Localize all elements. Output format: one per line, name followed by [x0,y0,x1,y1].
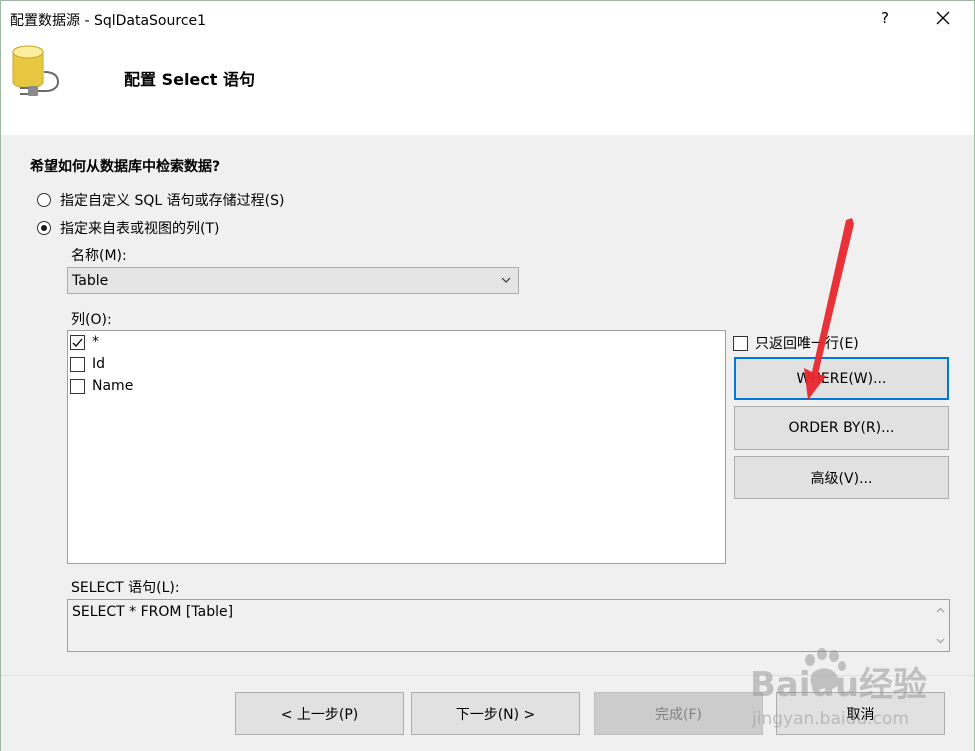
scroll-down-icon [936,638,945,644]
finish-button: 完成(F) [594,692,763,735]
radio-table-columns-button[interactable] [37,221,51,235]
baidu-paw-icon: Baidu经验 jingyan.baidu.com [750,648,927,728]
radio-custom-sql-button[interactable] [37,193,51,207]
column-label: * [92,334,99,350]
retrieval-question: 希望如何从数据库中检索数据? [30,159,221,175]
watermark-brand: Baidu经验 [750,665,927,705]
back-button[interactable]: < 上一步(P) [235,692,404,735]
column-checkbox[interactable] [70,356,85,372]
checkmark-icon [72,338,83,347]
column-item[interactable]: * [70,334,99,350]
table-name-value: Table [72,272,109,289]
column-checkbox[interactable] [70,378,85,394]
radio-custom-sql-label: 指定自定义 SQL 语句或存储过程(S) [60,193,285,209]
sql-statement-box[interactable]: SELECT * FROM [Table] [67,599,950,652]
columns-label: 列(O): [71,312,112,328]
column-label: Name [92,378,134,394]
close-button[interactable] [920,2,966,34]
radio-table-columns-label: 指定来自表或视图的列(T) [60,221,220,237]
table-name-select[interactable]: Table [67,267,519,294]
help-button[interactable]: ? [862,2,908,34]
order-by-button[interactable]: ORDER BY(R)... [734,406,949,450]
column-checkbox[interactable] [70,334,85,350]
column-item[interactable]: Id [70,356,105,372]
name-label: 名称(M): [71,248,127,264]
sql-statement-label: SELECT 语句(L): [71,580,180,596]
advanced-button[interactable]: 高级(V)... [734,456,949,499]
annotation-arrow-icon [804,218,854,400]
sql-statement-text: SELECT * FROM [Table] [72,604,234,620]
sql-scrollbar[interactable] [932,600,949,651]
column-item[interactable]: Name [70,378,133,394]
next-button[interactable]: 下一步(N) > [411,692,580,735]
database-icon [12,45,60,96]
unique-rows-checkbox[interactable] [733,335,748,351]
watermark-url: jingyan.baidu.com [751,709,909,728]
scroll-up-icon [936,607,945,613]
page-title: 配置 Select 语句 [124,70,255,89]
close-icon [936,11,950,25]
window-title: 配置数据源 - SqlDataSource1 [10,13,207,29]
columns-list[interactable]: * Id Name [67,330,726,564]
radio-table-columns[interactable]: 指定来自表或视图的列(T) [37,218,219,238]
radio-custom-sql[interactable]: 指定自定义 SQL 语句或存储过程(S) [37,190,284,210]
column-label: Id [92,356,106,372]
chevron-down-icon [501,277,511,283]
baidu-watermark: Baidu经验 jingyan.baidu.com [748,648,963,728]
